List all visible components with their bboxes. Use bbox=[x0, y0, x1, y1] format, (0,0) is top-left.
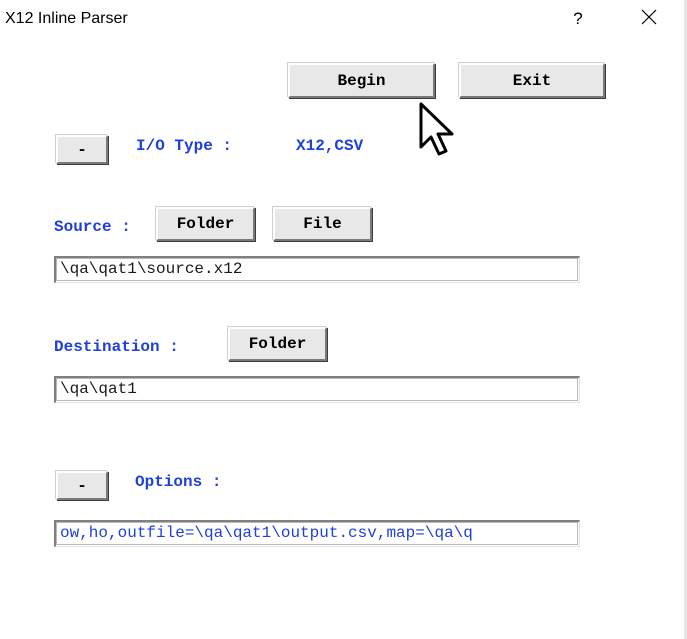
io-type-label: I/O Type : bbox=[136, 137, 233, 155]
close-icon bbox=[641, 9, 657, 30]
help-button[interactable]: ? bbox=[555, 0, 601, 38]
io-collapse-button[interactable]: - bbox=[56, 135, 108, 164]
begin-button[interactable]: Begin bbox=[288, 63, 435, 98]
parser-window: X12 Inline Parser ? Begin Exit - I/O Typ… bbox=[0, 0, 684, 639]
title-bar: X12 Inline Parser ? bbox=[0, 0, 684, 40]
help-icon: ? bbox=[573, 9, 583, 28]
source-path-field[interactable]: \qa\qat1\source.x12 bbox=[54, 256, 580, 283]
exit-button[interactable]: Exit bbox=[459, 63, 605, 98]
destination-label: Destination : bbox=[54, 338, 179, 356]
source-label: Source : bbox=[54, 218, 131, 236]
source-file-button[interactable]: File bbox=[273, 207, 372, 241]
destination-folder-button[interactable]: Folder bbox=[228, 327, 327, 361]
window-title: X12 Inline Parser bbox=[5, 10, 128, 27]
close-button[interactable] bbox=[626, 0, 672, 38]
options-field[interactable]: ow,ho,outfile=\qa\qat1\output.csv,map=\q… bbox=[54, 520, 580, 547]
options-collapse-button[interactable]: - bbox=[56, 471, 108, 500]
destination-path-field[interactable]: \qa\qat1 bbox=[54, 376, 580, 403]
source-folder-button[interactable]: Folder bbox=[156, 207, 255, 241]
options-label: Options : bbox=[135, 473, 222, 491]
io-type-value: X12,CSV bbox=[296, 137, 364, 155]
